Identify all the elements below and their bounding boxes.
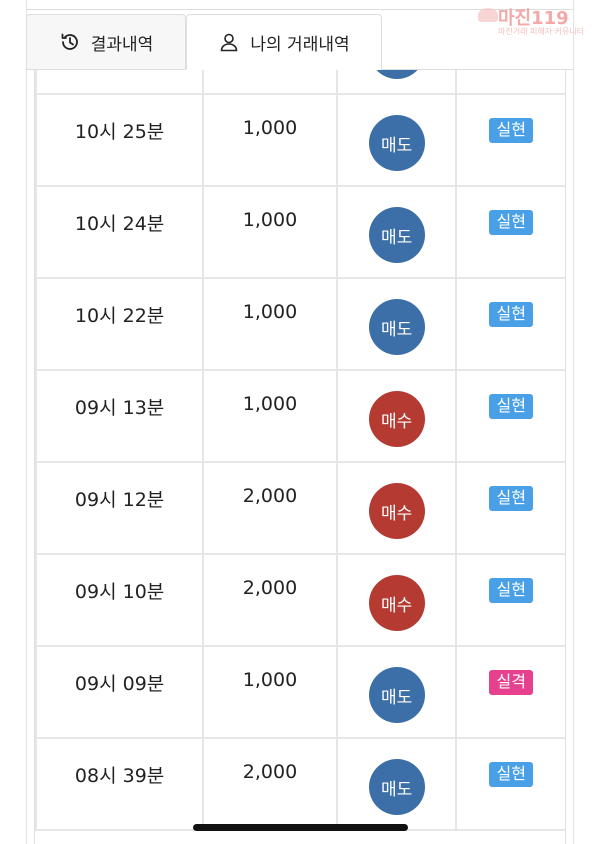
table-row-partial [35, 70, 565, 95]
trade-type-badge: 매수 [368, 483, 425, 539]
table-row: 10시 22분 1,000 매도 실현 [35, 277, 565, 371]
tab-my-trades-label: 나의 거래내역 [250, 34, 350, 55]
trade-amount: 1,000 [202, 277, 338, 371]
table-row: 08시 39분 2,000 매도 실현 [35, 737, 565, 831]
trade-amount: 2,000 [202, 553, 338, 647]
table-row: 09시 09분 1,000 매도 실격 [35, 645, 565, 739]
trade-type-badge: 매도 [368, 299, 425, 355]
trade-time: 09시 12분 [35, 461, 205, 555]
trade-type-badge: 매도 [368, 115, 425, 171]
trade-time: 10시 22분 [35, 277, 205, 371]
result-badge: 실격 [489, 670, 533, 695]
table-row: 09시 13분 1,000 매수 실현 [35, 369, 565, 463]
tab-my-trades[interactable]: 나의 거래내역 [186, 14, 382, 70]
trade-time: 09시 09분 [35, 645, 205, 739]
trade-history-table[interactable]: 10시 25분 1,000 매도 실현 10시 24분 1,000 매도 실현 10시 22분 1… [34, 70, 566, 844]
trade-amount: 1,000 [202, 645, 338, 739]
user-icon [218, 31, 240, 53]
result-badge: 실현 [489, 118, 533, 143]
history-icon [59, 31, 81, 53]
result-badge: 실현 [489, 210, 533, 235]
result-badge: 실현 [489, 302, 533, 327]
result-badge: 실현 [489, 762, 533, 787]
trade-time: 09시 10분 [35, 553, 205, 647]
trade-amount: 1,000 [202, 185, 338, 279]
trade-time: 08시 39분 [35, 737, 205, 831]
trade-amount: 1,000 [202, 369, 338, 463]
trade-amount: 1,000 [202, 93, 338, 187]
result-badge: 실현 [489, 486, 533, 511]
trade-amount: 2,000 [202, 737, 338, 831]
trade-type-badge: 매도 [368, 759, 425, 815]
trade-type-badge: 매도 [368, 667, 425, 723]
trade-time: 10시 25분 [35, 93, 205, 187]
trade-type-badge: 매수 [368, 391, 425, 447]
tab-bar: 결과내역 나의 거래내역 [26, 14, 574, 70]
trade-time: 09시 13분 [35, 369, 205, 463]
tab-results-label: 결과내역 [90, 34, 154, 55]
home-indicator[interactable] [193, 824, 408, 831]
trade-amount: 2,000 [202, 461, 338, 555]
table-row: 10시 24분 1,000 매도 실현 [35, 185, 565, 279]
table-row: 10시 25분 1,000 매도 실현 [35, 93, 565, 187]
result-badge: 실현 [489, 394, 533, 419]
tab-results[interactable]: 결과내역 [26, 14, 186, 70]
table-row: 09시 12분 2,000 매수 실현 [35, 461, 565, 555]
trade-type-badge: 매도 [368, 207, 425, 263]
trade-type-badge [368, 70, 425, 79]
result-badge: 실현 [489, 578, 533, 603]
trade-time: 10시 24분 [35, 185, 205, 279]
table-row: 09시 10분 2,000 매수 실현 [35, 553, 565, 647]
trade-type-badge: 매수 [368, 575, 425, 631]
